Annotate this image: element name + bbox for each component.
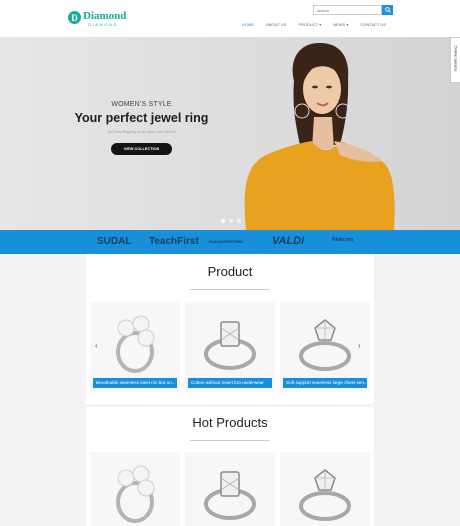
model-photo [244,42,395,230]
section-title-product: Product [207,264,253,279]
brand-logo-valdi[interactable]: VALDI [272,235,304,247]
logo[interactable]: D Diamond DIAMOND [68,10,126,27]
product-card[interactable]: Breathable seamless steel rim bra un... [90,302,180,392]
product-caption[interactable]: Soft support seamless large chest sen... [283,378,367,388]
section-title-hot-products: Hot Products [192,415,268,430]
hero-subtitle: Get Free Shipping on all orders over $99… [107,130,176,134]
hero-copy: WOMEN'S STYLE Your perfect jewel ring Ge… [60,101,223,155]
product-card[interactable] [280,452,370,526]
site-header: D Diamond DIAMOND HOME ABOUT US PRODUCT … [0,0,460,37]
nav-about-us[interactable]: ABOUT US [260,22,292,27]
hero-title: Your perfect jewel ring [74,111,209,125]
brand-logo-sudal[interactable]: SUDAL [97,236,131,247]
diamond-ring-image [204,471,256,520]
section-divider [190,289,270,290]
section-divider [190,440,270,441]
brand-logo-rinkcom[interactable]: Rinkcom [332,237,353,243]
logo-subtitle: DIAMOND [88,22,119,27]
online-service-tab[interactable]: Online Service [450,37,460,83]
view-collection-button[interactable]: VIEW COLLECTION [110,143,173,155]
nav-home[interactable]: HOME [236,22,260,27]
nav-news[interactable]: NEWS ▾ [327,22,354,27]
carousel-dot[interactable] [229,219,233,223]
nav-contact-us[interactable]: CONTACT US [354,22,392,27]
product-caption[interactable]: Breathable seamless steel rim bra un... [93,378,177,388]
solitaire-ring-image [299,469,351,521]
brand-logo-teachfirst[interactable]: TeachFirst [149,236,199,247]
chevron-left-icon[interactable]: ‹ [95,341,98,350]
product-caption[interactable]: Cotton without insert bra underwear [188,378,272,388]
carousel-dot[interactable] [237,219,241,223]
main-nav: HOME ABOUT US PRODUCT ▾ NEWS ▾ CONTACT U… [236,22,392,27]
product-card[interactable]: Cotton without insert bra underwear [185,302,275,392]
diamond-ring-image [204,321,256,370]
hero-banner: WOMEN'S STYLE Your perfect jewel ring Ge… [0,37,460,230]
online-service-label: Online Service [453,45,459,72]
carousel-dot[interactable] [221,219,225,223]
search-button[interactable] [382,5,393,15]
brand-logo-flagshipstore[interactable]: FLAGSHIPSTORE [209,239,243,244]
brand-strip: SUDAL TeachFirst FLAGSHIPSTORE VALDI Rin… [0,230,460,254]
carousel-dots [221,219,241,223]
nav-product[interactable]: PRODUCT ▾ [292,22,327,27]
search-icon [384,7,391,13]
pearl-ring-image [116,465,155,523]
solitaire-ring-image [299,319,351,371]
page: D Diamond DIAMOND HOME ABOUT US PRODUCT … [0,0,460,526]
pearl-ring-image [116,315,155,373]
chevron-right-icon[interactable]: › [358,341,361,350]
hot-products-section: Hot Products [86,407,374,526]
hero-kicker: WOMEN'S STYLE [111,101,172,108]
product-section: Product Breathable seamless steel rim br… [86,254,374,404]
logo-mark: D [68,11,81,24]
product-card[interactable]: Soft support seamless large chest sen... [280,302,370,392]
search-bar [313,5,393,15]
product-card[interactable] [185,452,275,526]
product-card[interactable] [90,452,180,526]
logo-name: Diamond [83,10,127,22]
search-input[interactable] [313,5,382,15]
